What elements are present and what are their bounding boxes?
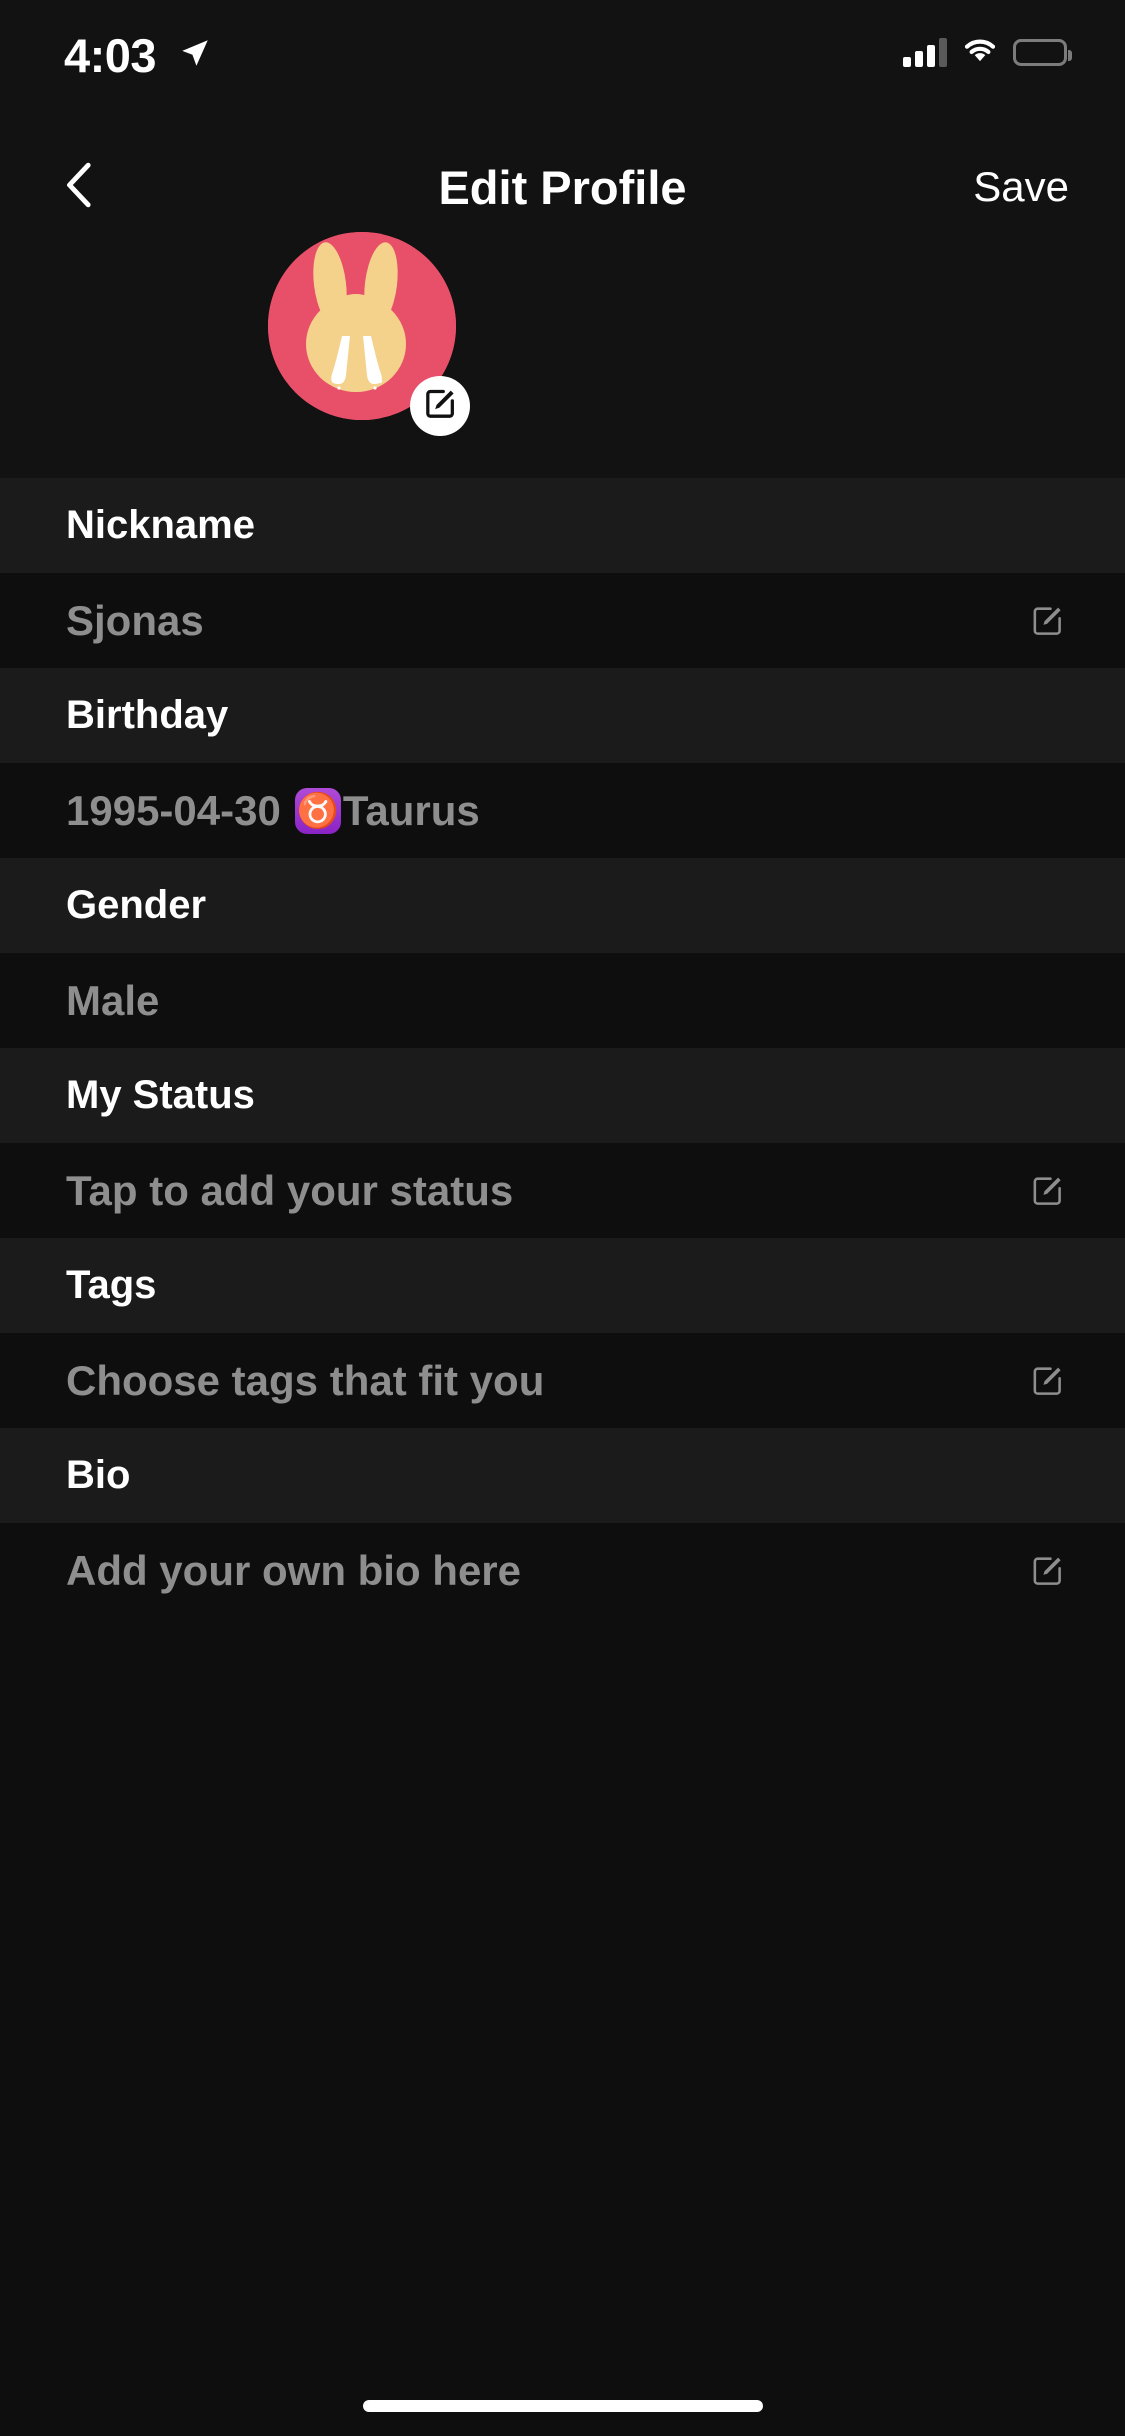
field-value-row-my-status[interactable]: Tap to add your status <box>0 1143 1125 1238</box>
field-label-row-gender: Gender <box>0 858 1125 953</box>
edit-pencil-icon <box>423 387 457 426</box>
home-indicator-bar <box>362 2400 763 2412</box>
avatar[interactable] <box>268 232 470 436</box>
field-value: Tap to add your status <box>66 1166 514 1214</box>
profile-fields-list: Nickname Sjonas Birthday 1995-04-30 ♉ Ta… <box>0 478 1125 1618</box>
field-label: Nickname <box>66 503 255 547</box>
field-label: Birthday <box>66 693 229 737</box>
status-bar-time: 4:03 <box>64 29 157 82</box>
field-value: Choose tags that fit you <box>66 1356 545 1404</box>
avatar-section <box>0 232 1125 478</box>
page-title: Edit Profile <box>438 160 687 214</box>
edit-square-icon[interactable] <box>1029 1363 1065 1399</box>
field-value-group: 1995-04-30 ♉ Taurus <box>66 787 480 835</box>
zodiac-badge-icon: ♉ <box>294 787 341 834</box>
edit-square-icon[interactable] <box>1029 1553 1065 1589</box>
field-label: My Status <box>66 1073 255 1117</box>
field-label-row-tags: Tags <box>0 1238 1125 1333</box>
field-value-row-tags[interactable]: Choose tags that fit you <box>0 1333 1125 1428</box>
wifi-icon <box>961 34 999 70</box>
field-value-row-birthday[interactable]: 1995-04-30 ♉ Taurus <box>0 763 1125 858</box>
location-arrow-icon <box>178 36 212 70</box>
field-label-row-birthday: Birthday <box>0 668 1125 763</box>
field-value: Male <box>66 976 160 1024</box>
status-bar: 4:03 <box>0 0 1125 132</box>
field-value-row-bio[interactable]: Add your own bio here <box>0 1523 1125 1618</box>
cellular-bars-icon <box>903 37 947 67</box>
edit-square-icon[interactable] <box>1029 603 1065 639</box>
field-label-row-my-status: My Status <box>0 1048 1125 1143</box>
field-value-row-nickname[interactable]: Sjonas <box>0 573 1125 668</box>
navigation-bar: Edit Profile Save <box>0 132 1125 242</box>
field-value: Add your own bio here <box>66 1546 522 1594</box>
zodiac-name: Taurus <box>342 786 480 834</box>
edit-square-icon[interactable] <box>1029 1173 1065 1209</box>
field-label: Gender <box>66 883 207 927</box>
field-value-row-gender[interactable]: Male <box>0 953 1125 1048</box>
edit-profile-screen: 4:03 Edit Profile Save Nickname Sjonas B… <box>0 0 1125 2436</box>
battery-full-icon <box>1013 38 1072 66</box>
field-value: Sjonas <box>66 596 204 644</box>
field-label: Bio <box>66 1453 131 1497</box>
field-label-row-bio: Bio <box>0 1428 1125 1523</box>
field-label-row-nickname: Nickname <box>0 478 1125 573</box>
avatar-edit-button[interactable] <box>410 376 470 436</box>
save-button[interactable]: Save <box>973 132 1069 242</box>
status-bar-indicators <box>903 34 1072 70</box>
field-label: Tags <box>66 1263 157 1307</box>
field-value: 1995-04-30 <box>66 786 281 834</box>
